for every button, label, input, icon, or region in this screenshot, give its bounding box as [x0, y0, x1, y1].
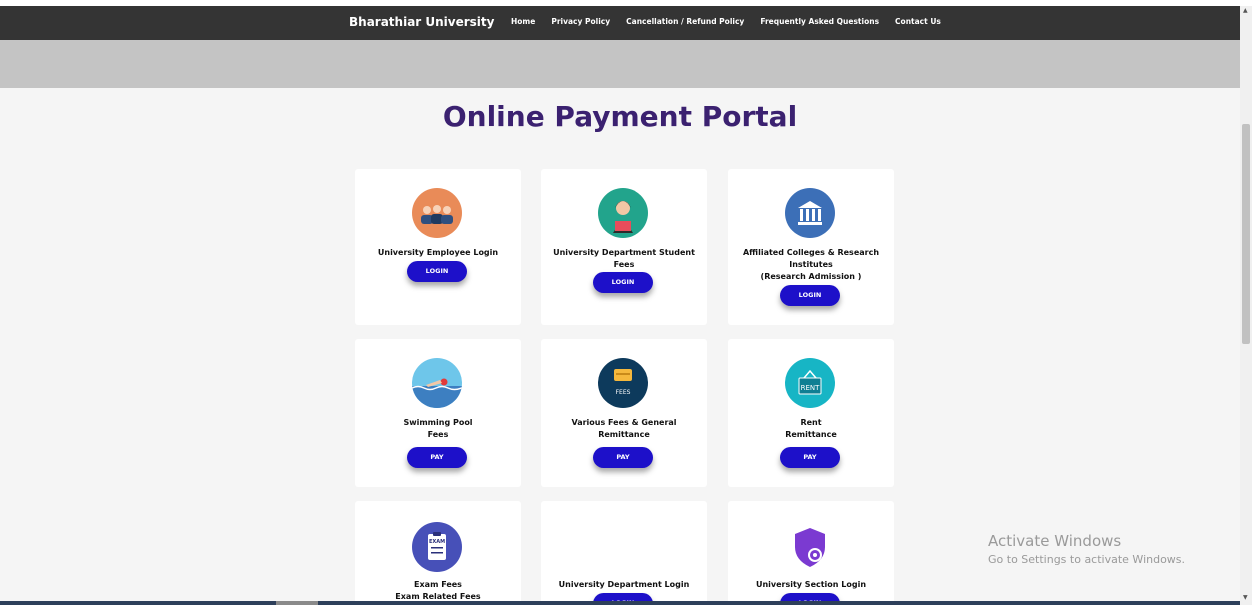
card-rent-remittance: RENT Rent Remittance PAY [728, 339, 894, 487]
card-university-department-login: University Department Login LOGIN [541, 501, 707, 605]
watermark-title: Activate Windows [988, 532, 1122, 550]
card-university-department-student-fees: University Department Student Fees LOGIN [541, 169, 707, 325]
navbar: Bharathiar University Home Privacy Polic… [0, 6, 1240, 40]
card-title: Rent Remittance [785, 418, 837, 439]
nav-links: Home Privacy Policy Cancellation / Refun… [511, 17, 941, 26]
login-button[interactable]: LOGIN [780, 285, 840, 306]
nav-link-cancellation-refund-policy[interactable]: Cancellation / Refund Policy [626, 17, 744, 26]
vertical-scrollbar[interactable]: ▲ ▼ [1240, 6, 1252, 605]
card-title: Swimming Pool Fees [403, 418, 473, 439]
exam-icon: EXAM [412, 522, 462, 572]
card-title: Exam Fees Exam Related Fees [395, 580, 481, 601]
rent-sign-icon: RENT [785, 358, 835, 408]
activate-windows-watermark: Activate Windows Go to Settings to activ… [988, 532, 1185, 566]
watermark-subtitle: Go to Settings to activate Windows. [988, 553, 1186, 566]
scroll-up-arrow-icon[interactable]: ▲ [1243, 7, 1248, 14]
card-university-employee-login: University Employee Login LOGIN [355, 169, 521, 325]
scroll-down-arrow-icon[interactable]: ▼ [1243, 594, 1248, 601]
fees-icon: FEES [598, 358, 648, 408]
card-university-section-login: University Section Login LOGIN [728, 501, 894, 605]
employees-icon [412, 188, 462, 238]
card-title: Affiliated Colleges & Research Institute… [742, 248, 880, 281]
pay-button[interactable]: PAY [780, 447, 840, 468]
student-icon [598, 188, 648, 238]
rent-label: RENT [801, 384, 821, 392]
login-button[interactable]: LOGIN [593, 272, 653, 293]
swimmer-icon [412, 358, 462, 408]
horizontal-scrollbar[interactable] [0, 601, 1240, 605]
nav-link-contact-us[interactable]: Contact Us [895, 17, 941, 26]
shield-icon [785, 522, 835, 572]
nav-link-faq[interactable]: Frequently Asked Questions [760, 17, 879, 26]
banner-area [0, 40, 1240, 88]
brand-logo[interactable]: Bharathiar University [349, 15, 494, 29]
scrollbar-thumb[interactable] [1242, 124, 1250, 344]
exam-label: EXAM [429, 539, 445, 545]
building-icon [785, 188, 835, 238]
card-title: University Department Student Fees [553, 248, 695, 269]
page-title: Online Payment Portal [442, 100, 798, 133]
pay-button[interactable]: PAY [593, 447, 653, 468]
card-title: University Employee Login [377, 248, 499, 257]
card-title: University Section Login [755, 580, 867, 589]
card-affiliated-colleges-research-institutes: Affiliated Colleges & Research Institute… [728, 169, 894, 325]
card-title: Various Fees & General Remittance [571, 418, 677, 439]
fees-label: FEES [616, 389, 631, 396]
horizontal-scrollbar-thumb[interactable] [276, 601, 318, 605]
nav-link-privacy-policy[interactable]: Privacy Policy [551, 17, 610, 26]
nav-link-home[interactable]: Home [511, 17, 535, 26]
card-title: University Department Login [558, 580, 690, 589]
card-various-fees-general-remittance: FEES Various Fees & General Remittance P… [541, 339, 707, 487]
login-button[interactable]: LOGIN [407, 261, 467, 282]
card-exam-fees: EXAM Exam Fees Exam Related Fees [355, 501, 521, 605]
pay-button[interactable]: PAY [407, 447, 467, 468]
card-swimming-pool-fees: Swimming Pool Fees PAY [355, 339, 521, 487]
